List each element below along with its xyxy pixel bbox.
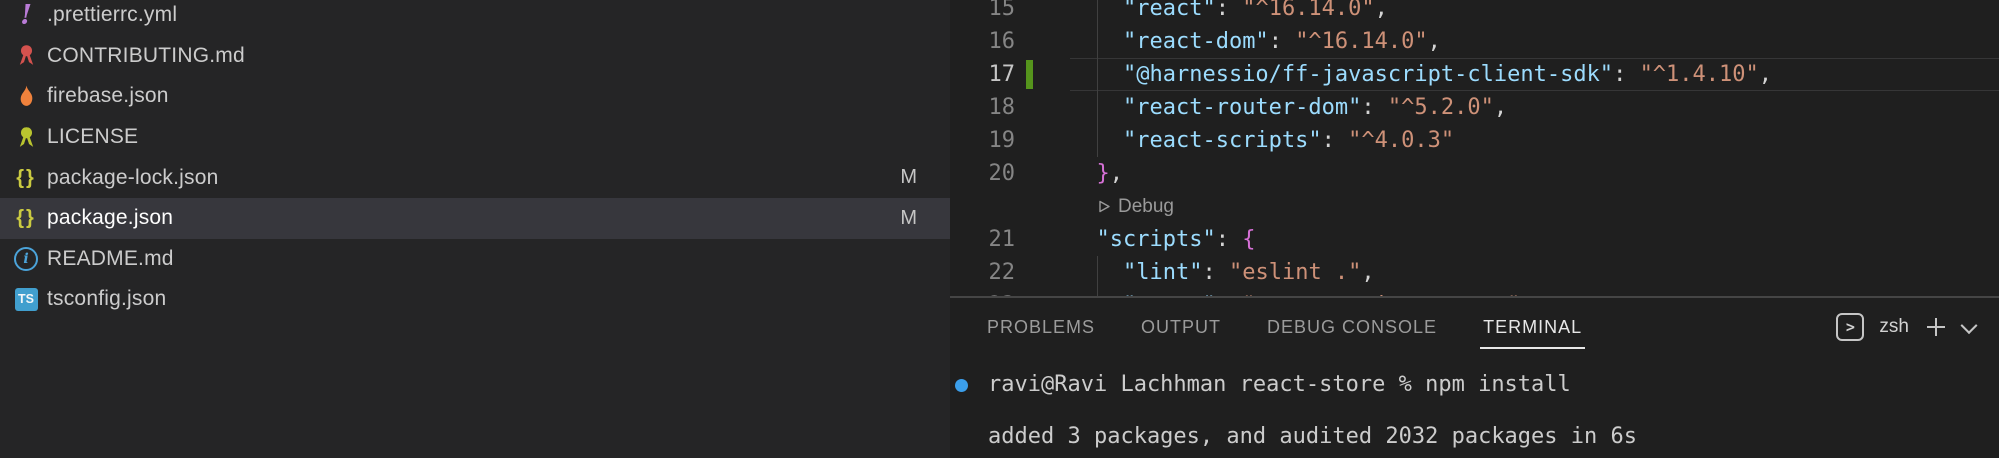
terminal-chip-glyph: >: [1846, 318, 1855, 336]
terminal-command-decoration[interactable]: [955, 379, 968, 392]
editor-line[interactable]: 19 "react-scripts": "^4.0.3": [950, 124, 1999, 157]
code-text: "react": "^16.14.0",: [1070, 0, 1388, 25]
vscode-window: ! .prettierrc.yml CONTRIBUTING.md fireba…: [0, 0, 1999, 458]
terminal-line: [988, 398, 1999, 424]
explorer-file-row-license[interactable]: LICENSE: [0, 117, 950, 158]
new-terminal-button[interactable]: [1924, 315, 1948, 339]
panel-tab-output[interactable]: OUTPUT: [1141, 298, 1221, 356]
line-number[interactable]: 15: [950, 0, 1015, 25]
code-lines: 15 "react": "^16.14.0", 16 "react-dom": …: [950, 0, 1999, 296]
prettier-icon: !: [20, 2, 32, 29]
editor-line[interactable]: 18 "react-router-dom": "^5.2.0",: [950, 91, 1999, 124]
file-name: README.md: [47, 247, 174, 271]
editor-line[interactable]: 20 },: [950, 157, 1999, 190]
explorer-file-row-firebase-json[interactable]: firebase.json: [0, 76, 950, 117]
line-number[interactable]: 17: [950, 58, 1015, 91]
code-text: "react-router-dom": "^5.2.0",: [1070, 91, 1507, 124]
editor-line[interactable]: 17 "@harnessio/ff-javascript-client-sdk"…: [950, 58, 1999, 91]
firebase-flame-icon: [14, 84, 39, 109]
editor-line[interactable]: 21 "scripts": {: [950, 223, 1999, 256]
code-editor[interactable]: 15 "react": "^16.14.0", 16 "react-dom": …: [950, 0, 1999, 296]
terminal-output[interactable]: ravi@Ravi Lachhman react-store % npm ins…: [988, 372, 1999, 450]
line-number[interactable]: 22: [950, 256, 1015, 289]
file-name: tsconfig.json: [47, 287, 166, 311]
code-text: "react-dom": "^16.14.0",: [1070, 25, 1441, 58]
plus-icon: [1924, 315, 1948, 339]
code-text: "scripts": {: [1070, 223, 1255, 256]
file-name: package-lock.json: [47, 166, 219, 190]
panel-tab-terminal[interactable]: TERMINAL: [1483, 298, 1582, 356]
info-circle-icon: i: [14, 247, 38, 271]
terminal-line: added 3 packages, and audited 2032 packa…: [988, 424, 1999, 450]
editor-line[interactable]: 23 "start": "react-scripts start",: [950, 289, 1999, 296]
line-number[interactable]: 20: [950, 157, 1015, 190]
panel-actions: > zsh: [1836, 298, 1975, 356]
explorer-file-row-package-json[interactable]: {} package.json M: [0, 198, 950, 239]
line-number[interactable]: 18: [950, 91, 1015, 124]
code-text: "@harnessio/ff-javascript-client-sdk": "…: [1070, 58, 1772, 91]
bottom-panel: PROBLEMS OUTPUT DEBUG CONSOLE TERMINAL > zs…: [950, 296, 1999, 458]
line-number[interactable]: 21: [950, 223, 1015, 256]
code-text: "react-scripts": "^4.0.3": [1070, 124, 1454, 157]
explorer-sidebar: ! .prettierrc.yml CONTRIBUTING.md fireba…: [0, 0, 950, 458]
editor-line[interactable]: 16 "react-dom": "^16.14.0",: [950, 25, 1999, 58]
ribbon-icon: [14, 43, 39, 68]
ribbon-icon: [14, 125, 39, 150]
explorer-file-row-tsconfig-json[interactable]: TS tsconfig.json: [0, 279, 950, 320]
terminal-shell-icon[interactable]: >: [1836, 313, 1864, 341]
git-modified-badge: M: [900, 207, 917, 230]
line-number[interactable]: 23: [950, 289, 1015, 296]
json-braces-icon: {}: [16, 208, 36, 228]
code-text: },: [1070, 157, 1123, 190]
explorer-file-row-contributing-md[interactable]: CONTRIBUTING.md: [0, 36, 950, 77]
code-text: "start": "react-scripts start",: [1070, 289, 1534, 296]
play-outline-icon: [1097, 199, 1111, 214]
panel-tab-debug-console[interactable]: DEBUG CONSOLE: [1267, 298, 1437, 356]
codelens-debug[interactable]: Debug: [950, 190, 1999, 223]
terminal-line: ravi@Ravi Lachhman react-store % npm ins…: [988, 372, 1999, 398]
line-number[interactable]: 16: [950, 25, 1015, 58]
editor-line[interactable]: 15 "react": "^16.14.0",: [950, 0, 1999, 25]
typescript-icon: TS: [15, 288, 38, 311]
line-number[interactable]: 19: [950, 124, 1015, 157]
file-list: ! .prettierrc.yml CONTRIBUTING.md fireba…: [0, 0, 950, 320]
explorer-file-row--prettierrc-yml[interactable]: ! .prettierrc.yml: [0, 0, 950, 36]
file-name: CONTRIBUTING.md: [47, 44, 245, 68]
explorer-file-row-package-lock-json[interactable]: {} package-lock.json M: [0, 157, 950, 198]
file-name: LICENSE: [47, 125, 138, 149]
explorer-file-row-readme-md[interactable]: i README.md: [0, 239, 950, 280]
editor-line[interactable]: 22 "lint": "eslint .",: [950, 256, 1999, 289]
terminal-dropdown-chevron-icon[interactable]: [1961, 317, 1978, 334]
panel-tab-problems[interactable]: PROBLEMS: [987, 298, 1095, 356]
shell-label: zsh: [1879, 316, 1909, 338]
file-name: .prettierrc.yml: [47, 3, 177, 27]
git-modified-badge: M: [900, 166, 917, 189]
json-braces-icon: {}: [16, 168, 36, 188]
file-name: package.json: [47, 206, 173, 230]
codelens-label: Debug: [1118, 196, 1174, 218]
file-name: firebase.json: [47, 84, 169, 108]
code-text: "lint": "eslint .",: [1070, 256, 1375, 289]
